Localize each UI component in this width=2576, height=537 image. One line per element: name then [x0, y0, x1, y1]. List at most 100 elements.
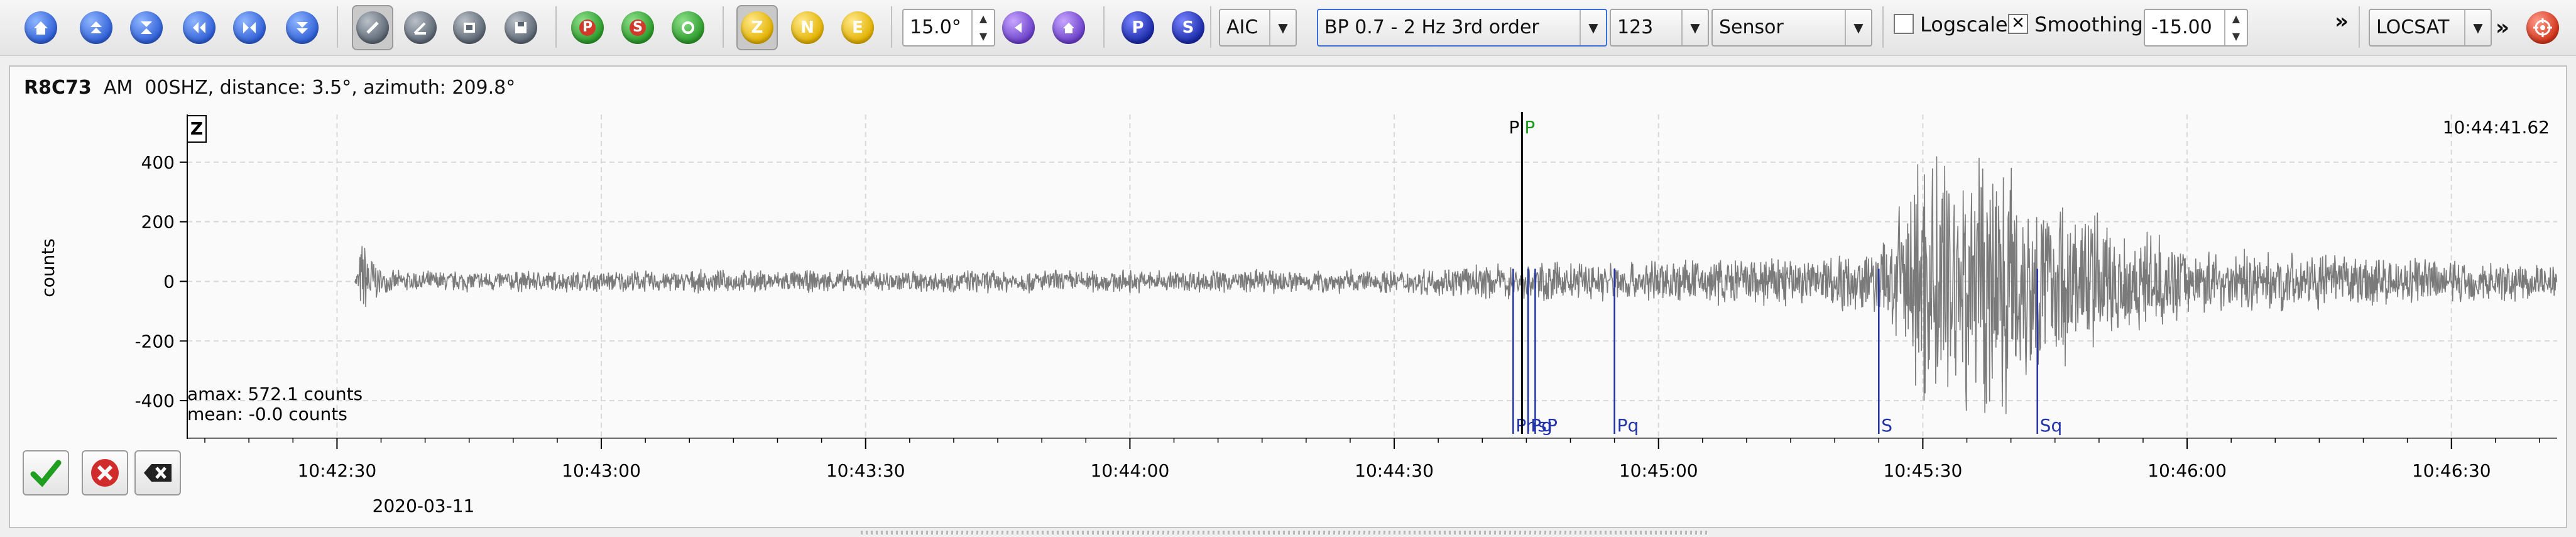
channel-combo[interactable]: 123 ▼ — [1610, 9, 1709, 47]
trace-panel: R8C73 AM 00SHZ, distance: 3.5°, azimuth:… — [9, 65, 2567, 528]
unit-combo[interactable]: Sensor ▼ — [1711, 9, 1872, 47]
pick-p-button[interactable]: P — [1117, 5, 1159, 50]
x-tick-label: 10:46:00 — [2148, 460, 2227, 481]
collapse-icon — [130, 11, 163, 44]
component-e-icon: E — [841, 11, 874, 44]
x-tick-label: 10:45:00 — [1619, 460, 1698, 481]
separator — [891, 6, 892, 48]
y-tick-label: -200 — [134, 331, 175, 352]
filter-combo[interactable]: BP 0.7 - 2 Hz 3rd order ▼ — [1317, 9, 1607, 47]
save-tool-icon — [505, 11, 537, 44]
offset-spin-arrows[interactable]: ▲ ▼ — [2224, 10, 2247, 45]
pick-label-p: P — [1509, 117, 1519, 138]
phase-marker-label: Sq — [2040, 415, 2063, 436]
angle-tool-button[interactable] — [400, 5, 441, 50]
locate-button[interactable] — [2522, 5, 2563, 50]
time-readout: 10:44:41.62 — [2443, 117, 2550, 138]
clear-button[interactable] — [134, 450, 181, 495]
y-tick-label: 400 — [141, 152, 175, 173]
filter-tool-icon — [453, 11, 486, 44]
x-tick-label: 10:44:00 — [1091, 460, 1170, 481]
phase-marker-label: S — [1881, 415, 1892, 436]
x-tick-label: 10:45:30 — [1884, 460, 1963, 481]
slowness-spinbox[interactable]: 15.0° ▲ ▼ — [902, 9, 995, 47]
chevron-down-icon: ▼ — [2464, 10, 2491, 45]
component-e-button[interactable]: E — [837, 5, 878, 50]
slowness-left-button[interactable] — [998, 5, 1039, 50]
component-n-icon: N — [791, 11, 824, 44]
scroll-up-icon — [80, 11, 112, 44]
toolbar-overflow-button[interactable]: » — [2335, 9, 2349, 34]
picker-method-combo[interactable]: AIC ▼ — [1219, 9, 1297, 47]
clear-icon — [144, 464, 172, 482]
separator — [2359, 6, 2360, 48]
chevron-down-icon: ▼ — [1269, 10, 1296, 45]
time-axis: 10:42:30 10:43:00 10:43:30 10:44:00 10:44:30… — [187, 438, 2557, 516]
chevron-down-icon: ▼ — [1845, 10, 1871, 45]
chevron-down-icon: ▼ — [1681, 10, 1708, 45]
y-tick-label: -400 — [134, 390, 175, 411]
waveform — [354, 156, 2558, 414]
s-phase-button[interactable]: S — [617, 5, 658, 50]
p-phase-button[interactable]: P — [567, 5, 608, 50]
accept-icon — [30, 460, 62, 487]
separator — [723, 6, 724, 48]
auto-phase-icon — [672, 11, 704, 44]
offset-spinbox[interactable]: -15.00 ▲ ▼ — [2144, 9, 2248, 47]
cancel-icon — [91, 459, 119, 487]
pick-label-p-auto: P — [1524, 117, 1535, 138]
home-icon — [25, 11, 57, 44]
seismogram-plot[interactable]: 4002000-200-400 PnPgsP Pq S Sq PP Z counts … — [10, 67, 2568, 444]
logscale-checkbox[interactable] — [1894, 14, 1914, 34]
date-label: 2020-03-11 — [373, 495, 475, 516]
toolbar-overflow-button-2[interactable]: » — [2496, 15, 2509, 40]
y-tick-label: 200 — [141, 212, 175, 233]
logscale-label: Logscale — [1920, 13, 2008, 36]
separator — [1882, 6, 1884, 48]
pick-tool-icon — [356, 11, 389, 44]
component-n-button[interactable]: N — [787, 5, 828, 50]
separator — [1103, 6, 1105, 48]
save-tool-button[interactable] — [500, 5, 542, 50]
phase-marker-label: sP — [1537, 415, 1557, 436]
phase-marker-label: Pq — [1617, 415, 1639, 436]
separator — [1210, 6, 1211, 48]
scroll-down-button[interactable] — [281, 5, 323, 50]
fit-button[interactable] — [229, 5, 270, 50]
slowness-home-button[interactable] — [1048, 5, 1089, 50]
cancel-button[interactable] — [82, 450, 128, 495]
pick-s-button[interactable]: S — [1167, 5, 1209, 50]
auto-phase-button[interactable] — [667, 5, 709, 50]
component-z-button[interactable]: Z — [736, 5, 778, 50]
fit-icon — [233, 11, 266, 44]
pick-tool-button[interactable] — [352, 5, 393, 50]
pick-p-icon: P — [1122, 11, 1154, 44]
home-small-icon — [1052, 11, 1085, 44]
home-button[interactable] — [20, 5, 62, 50]
scroll-left-icon — [183, 11, 216, 44]
plot-axes: 400 200 0 -200 -400 — [134, 114, 188, 439]
component-badge-label: Z — [190, 118, 203, 139]
splitter-handle[interactable] — [861, 531, 1709, 534]
smoothing-label: Smoothing — [2034, 13, 2143, 36]
scroll-up-button[interactable] — [75, 5, 117, 50]
waveform-trace — [354, 156, 2558, 414]
x-tick-label: 10:44:30 — [1355, 460, 1434, 481]
filter-tool-button[interactable] — [449, 5, 490, 50]
mean-label: mean: -0.0 counts — [187, 404, 347, 424]
separator — [337, 6, 338, 48]
accept-button[interactable] — [23, 450, 69, 495]
angle-tool-icon — [404, 11, 437, 44]
scroll-left-button[interactable] — [178, 5, 220, 50]
arrow-left-icon — [1002, 11, 1035, 44]
slowness-spin-arrows[interactable]: ▲ ▼ — [971, 10, 994, 45]
y-tick-label: 0 — [163, 271, 175, 292]
x-tick-label: 10:42:30 — [297, 460, 376, 481]
separator — [555, 6, 557, 48]
chevron-down-icon: ▼ — [1580, 10, 1606, 45]
smoothing-checkbox[interactable]: ✕ — [2008, 14, 2028, 34]
s-phase-icon: S — [621, 11, 654, 44]
scroll-down-icon — [286, 11, 319, 44]
locator-combo[interactable]: LOCSAT ▼ — [2369, 9, 2492, 47]
collapse-button[interactable] — [126, 5, 167, 50]
